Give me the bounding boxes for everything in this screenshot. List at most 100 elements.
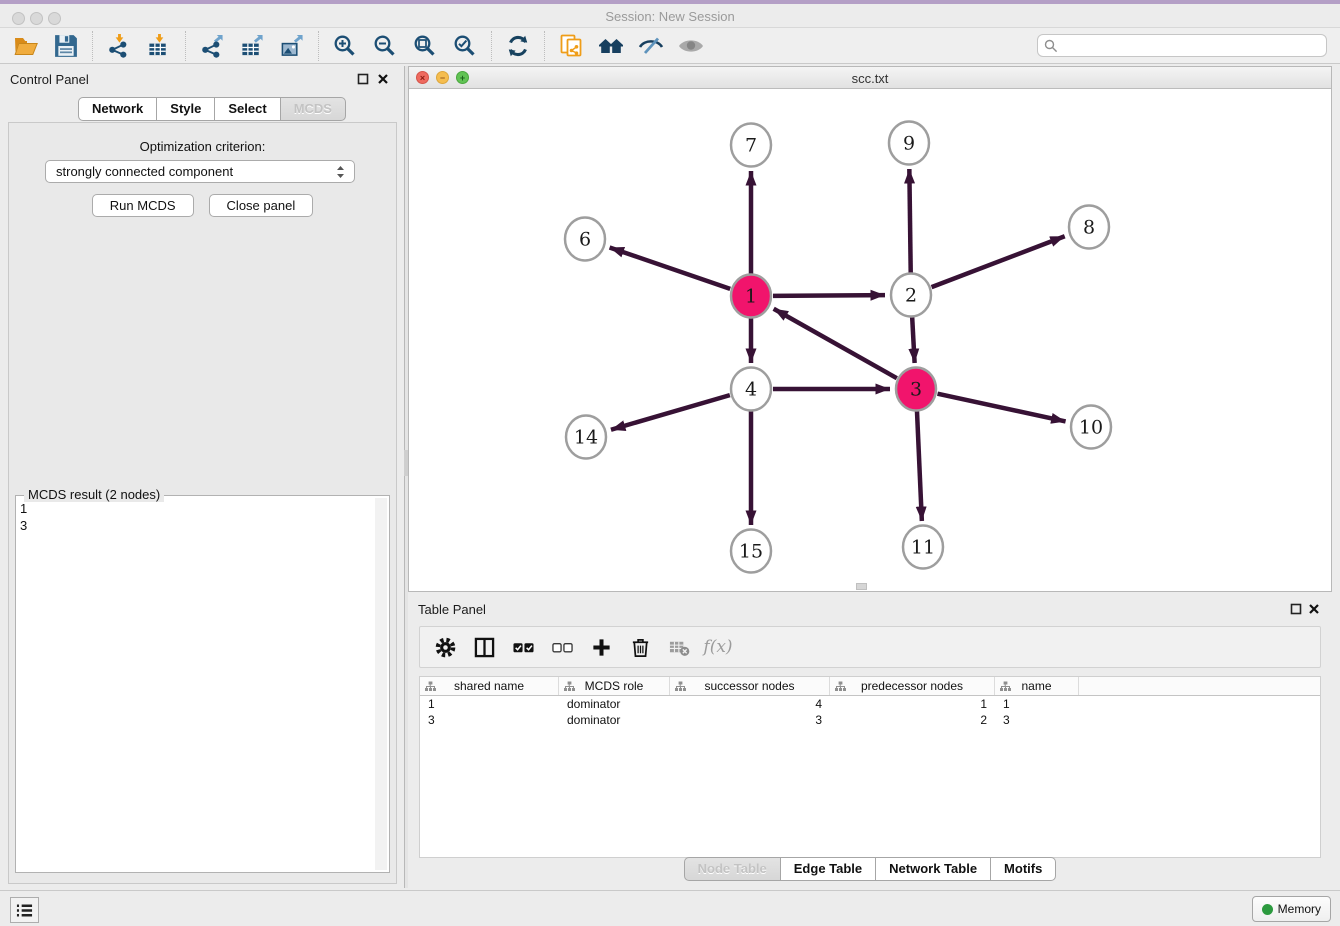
graph-node-label: 2 <box>905 285 917 307</box>
graph-node-label: 9 <box>903 133 915 155</box>
table-cell: dominator <box>559 712 670 728</box>
edge-1-6[interactable] <box>610 247 731 288</box>
tab-node-table[interactable]: Node Table <box>684 857 781 881</box>
graph-node-label: 8 <box>1083 217 1095 239</box>
table-cell: 3 <box>670 712 830 728</box>
table-cell: 4 <box>670 696 830 712</box>
network-view-window: × − + scc.txt 7968124314101511 <box>408 66 1332 592</box>
table-cell: dominator <box>559 696 670 712</box>
import-table-icon[interactable] <box>143 32 175 60</box>
table-row[interactable]: 1dominator411 <box>420 696 1320 712</box>
canvas-splitter-handle[interactable] <box>856 583 867 590</box>
export-network-icon[interactable] <box>196 32 228 60</box>
apply-layout-icon[interactable] <box>502 32 534 60</box>
show-details-icon[interactable] <box>675 32 707 60</box>
edge-2-3[interactable] <box>912 317 914 363</box>
zoom-fit-icon[interactable] <box>409 32 441 60</box>
edge-2-8[interactable] <box>932 236 1065 287</box>
toolbar-group <box>0 32 92 60</box>
table-cell: 1 <box>830 696 995 712</box>
show-columns-icon[interactable] <box>473 636 495 658</box>
export-table-icon[interactable] <box>236 32 268 60</box>
export-image-icon[interactable] <box>276 32 308 60</box>
control-panel: Control Panel NetworkStyleSelectMCDS Opt… <box>0 66 404 888</box>
search-input[interactable] <box>1062 39 1320 53</box>
app-titlebar: Session: New Session <box>0 4 1340 28</box>
show-networks-icon[interactable] <box>595 32 627 60</box>
add-column-icon[interactable] <box>590 636 612 658</box>
network-window-titlebar[interactable]: × − + scc.txt <box>409 67 1331 89</box>
column-label: MCDS role <box>585 679 644 693</box>
table-panel: Table Panel f(x) shared nameMCDS rolesuc… <box>408 596 1332 888</box>
dropdown-value: strongly connected component <box>56 164 233 179</box>
zoom-in-icon[interactable] <box>329 32 361 60</box>
tab-mcds[interactable]: MCDS <box>280 97 346 121</box>
table-row[interactable]: 3dominator323 <box>420 712 1320 728</box>
delete-table-icon[interactable] <box>629 636 651 658</box>
column-header-shared-name[interactable]: shared name <box>420 677 559 695</box>
edge-3-1[interactable] <box>774 309 897 378</box>
deselect-all-checkboxes-icon[interactable] <box>551 636 573 658</box>
settings-gear-icon[interactable] <box>434 636 456 658</box>
table-cell: 1 <box>995 696 1079 712</box>
control-panel-header: Control Panel <box>0 66 404 92</box>
memory-button[interactable]: Memory <box>1252 896 1331 922</box>
tab-edge-table[interactable]: Edge Table <box>780 857 876 881</box>
tab-network-table[interactable]: Network Table <box>875 857 991 881</box>
function-builder-icon: f(x) <box>707 636 729 658</box>
float-panel-icon[interactable] <box>1290 603 1302 615</box>
mcds-result-legend: MCDS result (2 nodes) <box>24 487 164 502</box>
column-header-successor-nodes[interactable]: successor nodes <box>670 677 830 695</box>
table-body: 1dominator4113dominator323 <box>420 696 1320 728</box>
table-header-row: shared name MCDS role successor nodes prede… <box>420 677 1320 696</box>
toolbar-group <box>93 32 185 60</box>
run-mcds-button[interactable]: Run MCDS <box>92 194 194 217</box>
list-icon <box>15 902 34 919</box>
task-history-button[interactable] <box>10 897 39 923</box>
optimization-criterion-dropdown[interactable]: strongly connected component <box>45 160 355 183</box>
result-scrollbar[interactable] <box>375 498 387 870</box>
edge-3-11[interactable] <box>917 411 922 521</box>
edge-3-10[interactable] <box>937 394 1065 422</box>
tab-network[interactable]: Network <box>78 97 157 121</box>
table-tabs: Node TableEdge TableNetwork TableMotifs <box>408 857 1332 881</box>
network-graph[interactable]: 7968124314101511 <box>409 89 1331 591</box>
close-panel-icon[interactable] <box>377 73 389 85</box>
column-label: name <box>1021 679 1051 693</box>
edge-1-2[interactable] <box>773 295 885 296</box>
toolbar-group <box>186 32 318 60</box>
network-from-selection-icon[interactable] <box>555 32 587 60</box>
tab-select[interactable]: Select <box>214 97 280 121</box>
float-panel-icon[interactable] <box>357 73 369 85</box>
graph-node-label: 14 <box>574 427 598 449</box>
edge-2-9[interactable] <box>909 169 910 273</box>
hide-details-icon[interactable] <box>635 32 667 60</box>
session-title: Session: New Session <box>0 9 1340 24</box>
column-header-MCDS-role[interactable]: MCDS role <box>559 677 670 695</box>
search-box[interactable] <box>1037 34 1327 57</box>
toolbar-group <box>492 32 544 60</box>
edge-4-14[interactable] <box>611 395 730 430</box>
open-folder-icon[interactable] <box>10 32 42 60</box>
select-all-checkboxes-icon[interactable] <box>512 636 534 658</box>
mcds-result-box: MCDS result (2 nodes) 13 <box>15 495 390 873</box>
tab-style[interactable]: Style <box>156 97 215 121</box>
mcds-panel: Optimization criterion: strongly connect… <box>8 122 397 884</box>
zoom-out-icon[interactable] <box>369 32 401 60</box>
node-table: shared name MCDS role successor nodes prede… <box>419 676 1321 858</box>
column-label: successor nodes <box>704 679 794 693</box>
dropdown-chevrons-icon <box>335 165 346 179</box>
column-header-name[interactable]: name <box>995 677 1079 695</box>
column-header-predecessor-nodes[interactable]: predecessor nodes <box>830 677 995 695</box>
control-panel-title: Control Panel <box>10 72 89 87</box>
import-network-icon[interactable] <box>103 32 135 60</box>
close-panel-button[interactable]: Close panel <box>209 194 314 217</box>
table-toolbar: f(x) <box>419 626 1321 668</box>
close-panel-icon[interactable] <box>1308 603 1320 615</box>
graph-node-label: 10 <box>1079 417 1103 439</box>
result-line: 3 <box>20 517 27 534</box>
save-icon[interactable] <box>50 32 82 60</box>
table-cell: 2 <box>830 712 995 728</box>
tab-motifs[interactable]: Motifs <box>990 857 1056 881</box>
zoom-selected-icon[interactable] <box>449 32 481 60</box>
